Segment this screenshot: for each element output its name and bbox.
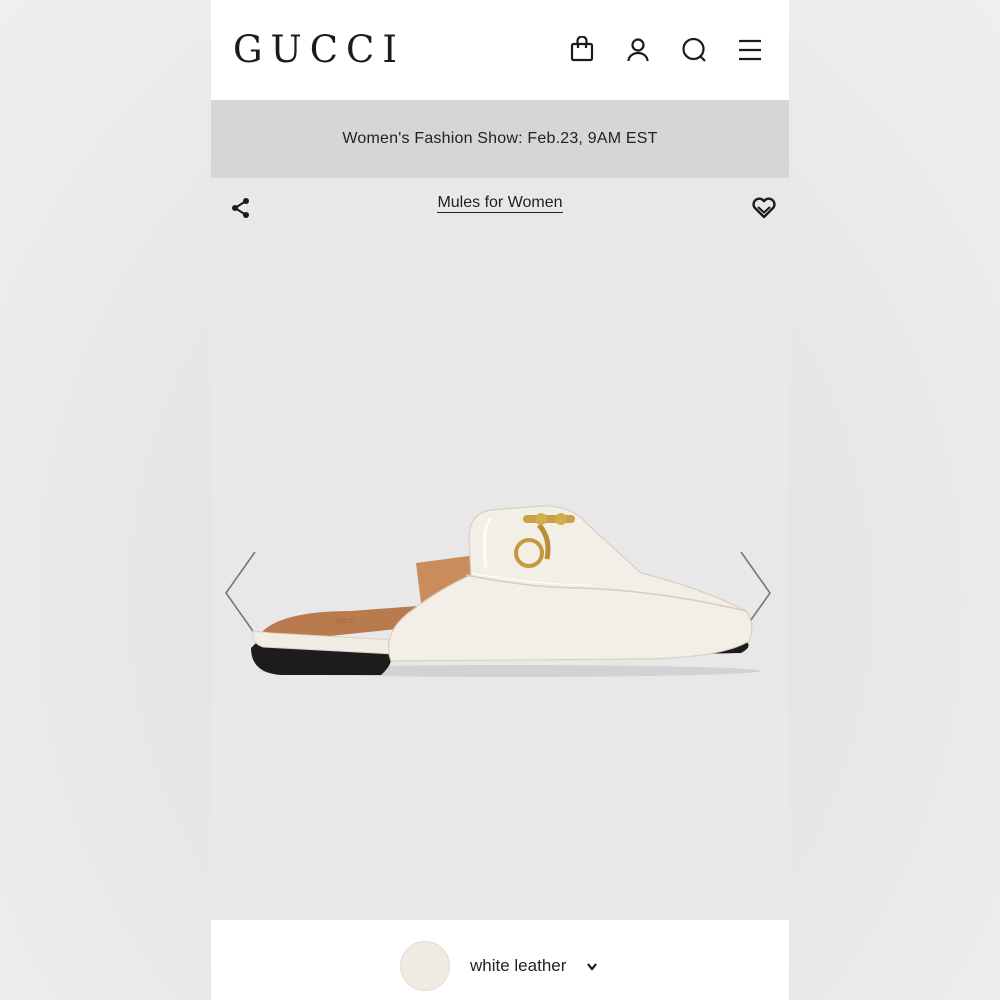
search-icon[interactable] xyxy=(681,36,707,64)
svg-text:GUCCI: GUCCI xyxy=(336,618,355,625)
product-hero: Mules for Women GUCCI xyxy=(211,178,789,920)
gucci-logo[interactable]: GUCCI xyxy=(233,28,405,72)
menu-icon[interactable] xyxy=(737,36,763,64)
breadcrumb-link[interactable]: Mules for Women xyxy=(437,194,563,213)
wishlist-heart-icon[interactable] xyxy=(751,196,777,220)
banner-text: Women's Fashion Show: Feb.23, 9AM EST xyxy=(342,130,658,147)
breadcrumb: Mules for Women xyxy=(211,194,789,213)
mobile-page: GUCCI Women's Fashion Show: Feb.23, 9AM … xyxy=(211,0,789,1000)
site-header: GUCCI xyxy=(211,0,789,100)
announcement-banner[interactable]: Women's Fashion Show: Feb.23, 9AM EST xyxy=(211,100,789,178)
color-label[interactable]: white leather xyxy=(470,956,566,976)
chevron-down-icon[interactable] xyxy=(585,960,599,972)
variant-selector[interactable]: white leather xyxy=(211,920,789,1000)
account-icon[interactable] xyxy=(625,36,651,64)
product-image[interactable]: GUCCI xyxy=(241,493,761,683)
color-swatch[interactable] xyxy=(400,941,450,991)
shopping-bag-icon[interactable] xyxy=(569,36,595,64)
